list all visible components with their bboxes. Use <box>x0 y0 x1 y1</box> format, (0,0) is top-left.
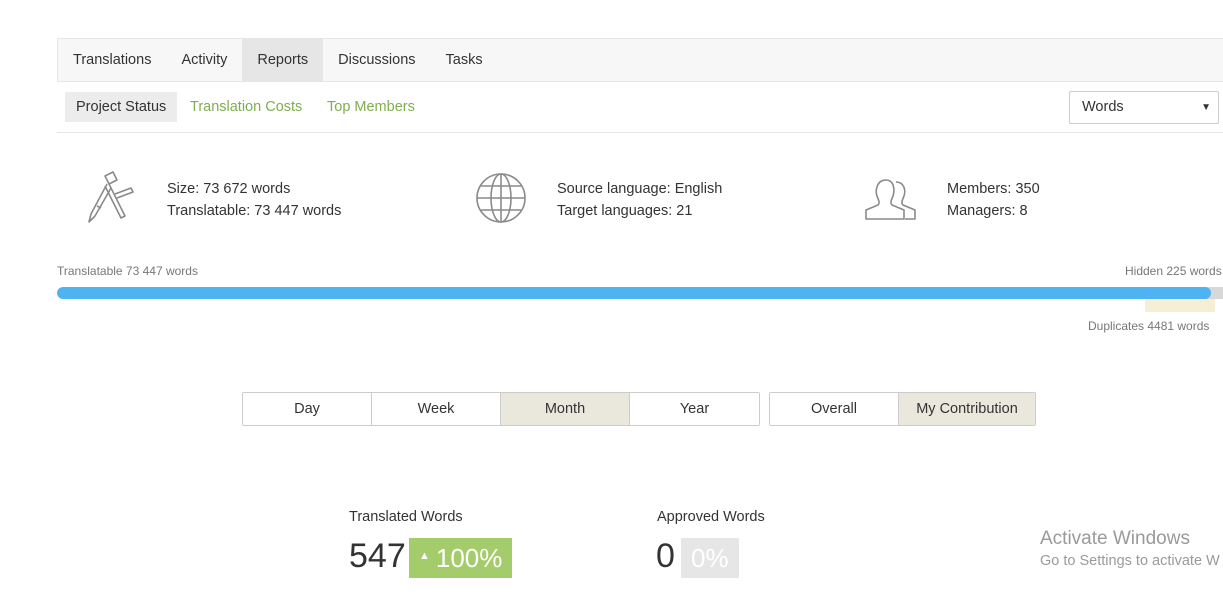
tab-translations[interactable]: Translations <box>58 39 166 81</box>
activate-windows-title: Activate Windows <box>1040 528 1190 549</box>
scope-my-contribution-button[interactable]: My Contribution <box>899 393 1035 425</box>
approved-words-label: Approved Words <box>657 509 765 525</box>
scope-selector: Overall My Contribution <box>769 392 1036 426</box>
tab-reports[interactable]: Reports <box>242 39 324 81</box>
size-text: Size: 73 672 words <box>167 181 291 197</box>
members-text: Members: 350 <box>947 181 1040 197</box>
language-stats: Source language: English Target language… <box>557 178 722 222</box>
managers-text: Managers: 8 <box>947 203 1028 219</box>
translatable-progress-fill <box>57 287 1211 299</box>
period-day-button[interactable]: Day <box>243 393 372 425</box>
subtab-top-members[interactable]: Top Members <box>327 92 415 122</box>
up-arrow-icon: ▲ <box>419 550 430 563</box>
duplicates-segment <box>1145 299 1215 312</box>
size-stats: Size: 73 672 words Translatable: 73 447 … <box>167 178 341 222</box>
tab-tasks[interactable]: Tasks <box>431 39 498 81</box>
period-year-button[interactable]: Year <box>630 393 759 425</box>
approved-change-badge: 0% <box>681 538 739 578</box>
calipers-icon <box>85 170 137 231</box>
main-tabs: Translations Activity Reports Discussion… <box>57 38 1223 82</box>
project-progress-bar <box>57 287 1223 299</box>
globe-icon <box>475 172 527 229</box>
translated-change-text: 100% <box>435 543 503 573</box>
translated-words-label: Translated Words <box>349 509 463 525</box>
translatable-text: Translatable: 73 447 words <box>167 203 342 219</box>
period-month-button[interactable]: Month <box>501 393 630 425</box>
chevron-down-icon: ▼ <box>1201 102 1211 113</box>
period-week-button[interactable]: Week <box>372 393 501 425</box>
target-languages-text: Target languages: 21 <box>557 203 693 219</box>
period-selector: Day Week Month Year <box>242 392 760 426</box>
unit-select[interactable]: Words ▼ <box>1069 91 1219 124</box>
unit-select-value: Words <box>1082 99 1124 115</box>
approved-change-text: 0% <box>691 543 729 573</box>
translated-words-value: 547 <box>349 537 406 575</box>
translatable-caption: Translatable 73 447 words <box>57 264 198 278</box>
member-stats: Members: 350 Managers: 8 <box>947 178 1040 222</box>
tab-activity[interactable]: Activity <box>166 39 242 81</box>
users-icon <box>864 176 918 227</box>
approved-words-value: 0 <box>656 537 675 575</box>
translated-change-badge: ▲ 100% <box>409 538 513 578</box>
tab-discussions[interactable]: Discussions <box>323 39 430 81</box>
activate-windows-subtitle: Go to Settings to activate W <box>1040 553 1220 569</box>
report-subnav: Project Status Translation Costs Top Mem… <box>57 90 1223 133</box>
subtab-translation-costs[interactable]: Translation Costs <box>190 92 302 122</box>
source-language-text: Source language: English <box>557 181 723 197</box>
subtab-project-status[interactable]: Project Status <box>65 92 178 122</box>
hidden-caption: Hidden 225 words <box>1125 264 1222 278</box>
duplicates-caption: Duplicates 4481 words <box>1088 319 1210 333</box>
scope-overall-button[interactable]: Overall <box>770 393 899 425</box>
